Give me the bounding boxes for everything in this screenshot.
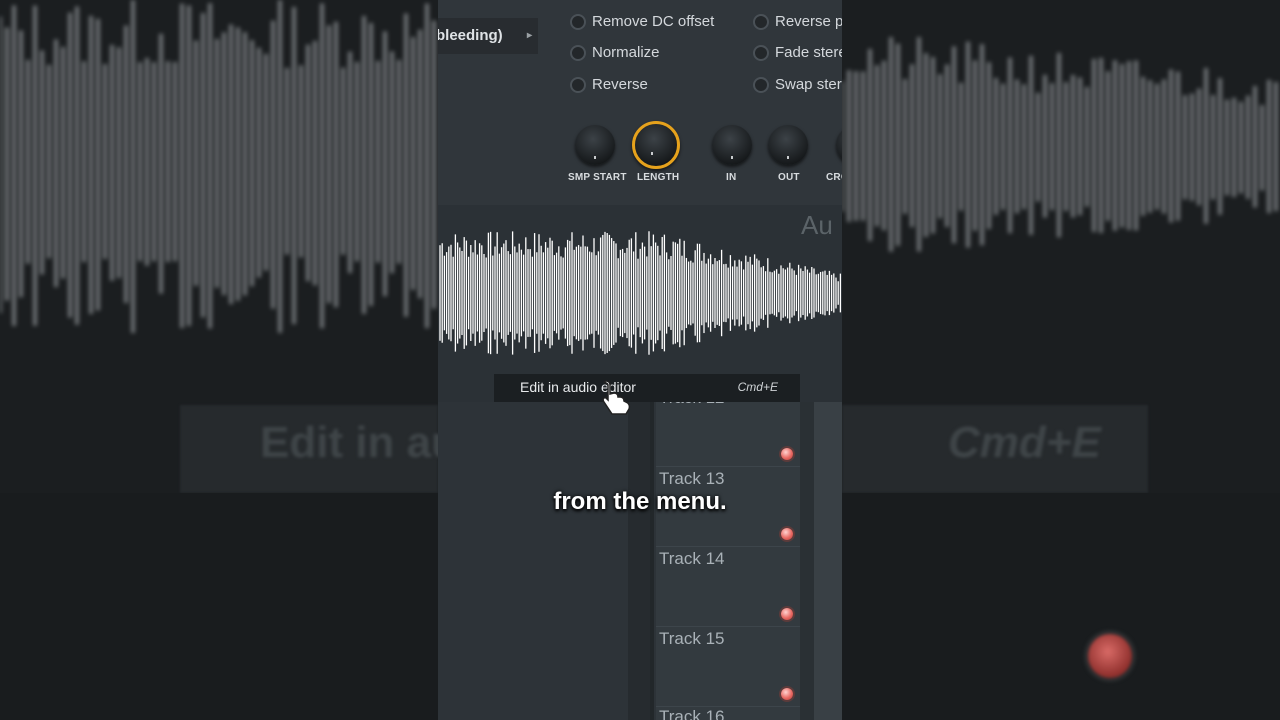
subtitle-caption: from the menu. xyxy=(553,488,727,515)
option-normalize[interactable]: Normalize xyxy=(570,44,660,61)
submenu-label: bleeding) xyxy=(438,27,503,44)
option-label: Remove DC offset xyxy=(592,13,715,30)
track-grid-column xyxy=(800,402,814,720)
option-label: Reverse xyxy=(592,76,648,93)
option-label: Normalize xyxy=(592,44,660,61)
option-label: Swap ster xyxy=(775,76,842,93)
submenu-item[interactable]: bleeding) ▸ xyxy=(438,18,538,54)
option-label: Fade stere xyxy=(775,44,842,61)
right-blurred-background: Cmd+E xyxy=(842,0,1280,720)
track-label-13[interactable]: Track 13 xyxy=(659,469,725,489)
out-label: OUT xyxy=(778,172,800,183)
option-reverse-polarity[interactable]: Reverse p xyxy=(753,13,842,30)
track-label-14[interactable]: Track 14 xyxy=(659,549,725,569)
hand-cursor-icon xyxy=(602,380,631,415)
radio-icon[interactable] xyxy=(570,76,586,93)
blurred-record-button xyxy=(1088,634,1132,678)
out-knob[interactable] xyxy=(768,125,808,165)
in-knob[interactable] xyxy=(712,125,752,165)
left-blurred-background: Edit in au xyxy=(0,0,438,720)
menu-item-shortcut: Cmd+E xyxy=(737,380,778,394)
radio-icon[interactable] xyxy=(753,44,769,61)
option-fade-stereo[interactable]: Fade stere xyxy=(753,44,842,61)
smp-start-knob[interactable] xyxy=(575,125,615,165)
track-separator xyxy=(656,466,800,467)
track-record-dot[interactable] xyxy=(781,528,793,540)
audio-clip-title: Au xyxy=(801,210,833,240)
right-waveform-blur xyxy=(842,37,1278,252)
track-separator xyxy=(656,626,800,627)
playlist-divider xyxy=(650,402,654,720)
track-separator xyxy=(656,546,800,547)
option-label: Reverse p xyxy=(775,13,842,30)
submenu-arrow-icon: ▸ xyxy=(526,30,532,41)
length-label: LENGTH xyxy=(637,172,680,183)
length-knob[interactable] xyxy=(632,121,680,169)
track-record-dot[interactable] xyxy=(781,448,793,460)
track-record-dot[interactable] xyxy=(781,608,793,620)
track-grid-column xyxy=(814,402,842,720)
radio-icon[interactable] xyxy=(753,76,769,93)
right-lower-area xyxy=(842,493,1280,720)
smp-start-label: SMP START xyxy=(568,172,627,183)
waveform-display[interactable] xyxy=(438,205,842,375)
radio-icon[interactable] xyxy=(753,13,769,30)
playlist-column xyxy=(628,402,650,720)
context-menu-item-edit-in-audio-editor[interactable]: Edit in audio editor Cmd+E xyxy=(494,374,800,402)
option-reverse[interactable]: Reverse xyxy=(570,76,648,93)
track-label-16[interactable]: Track 16 xyxy=(659,707,725,720)
in-label: IN xyxy=(726,172,737,183)
waveform-graphic xyxy=(439,231,842,355)
crossfade-label: CRO xyxy=(826,172,842,183)
left-lower-area xyxy=(0,493,438,720)
track-record-dot[interactable] xyxy=(781,688,793,700)
right-blur-text: Cmd+E xyxy=(948,418,1101,467)
radio-icon[interactable] xyxy=(570,44,586,61)
left-waveform-blur xyxy=(0,0,436,333)
radio-icon[interactable] xyxy=(570,13,586,30)
option-swap-stereo[interactable]: Swap ster xyxy=(753,76,842,93)
track-label-15[interactable]: Track 15 xyxy=(659,629,725,649)
sampler-panel: bleeding) ▸ Remove DC offset Normalize R… xyxy=(438,0,842,720)
option-remove-dc-offset[interactable]: Remove DC offset xyxy=(570,13,714,30)
left-blur-text: Edit in au xyxy=(260,418,438,467)
